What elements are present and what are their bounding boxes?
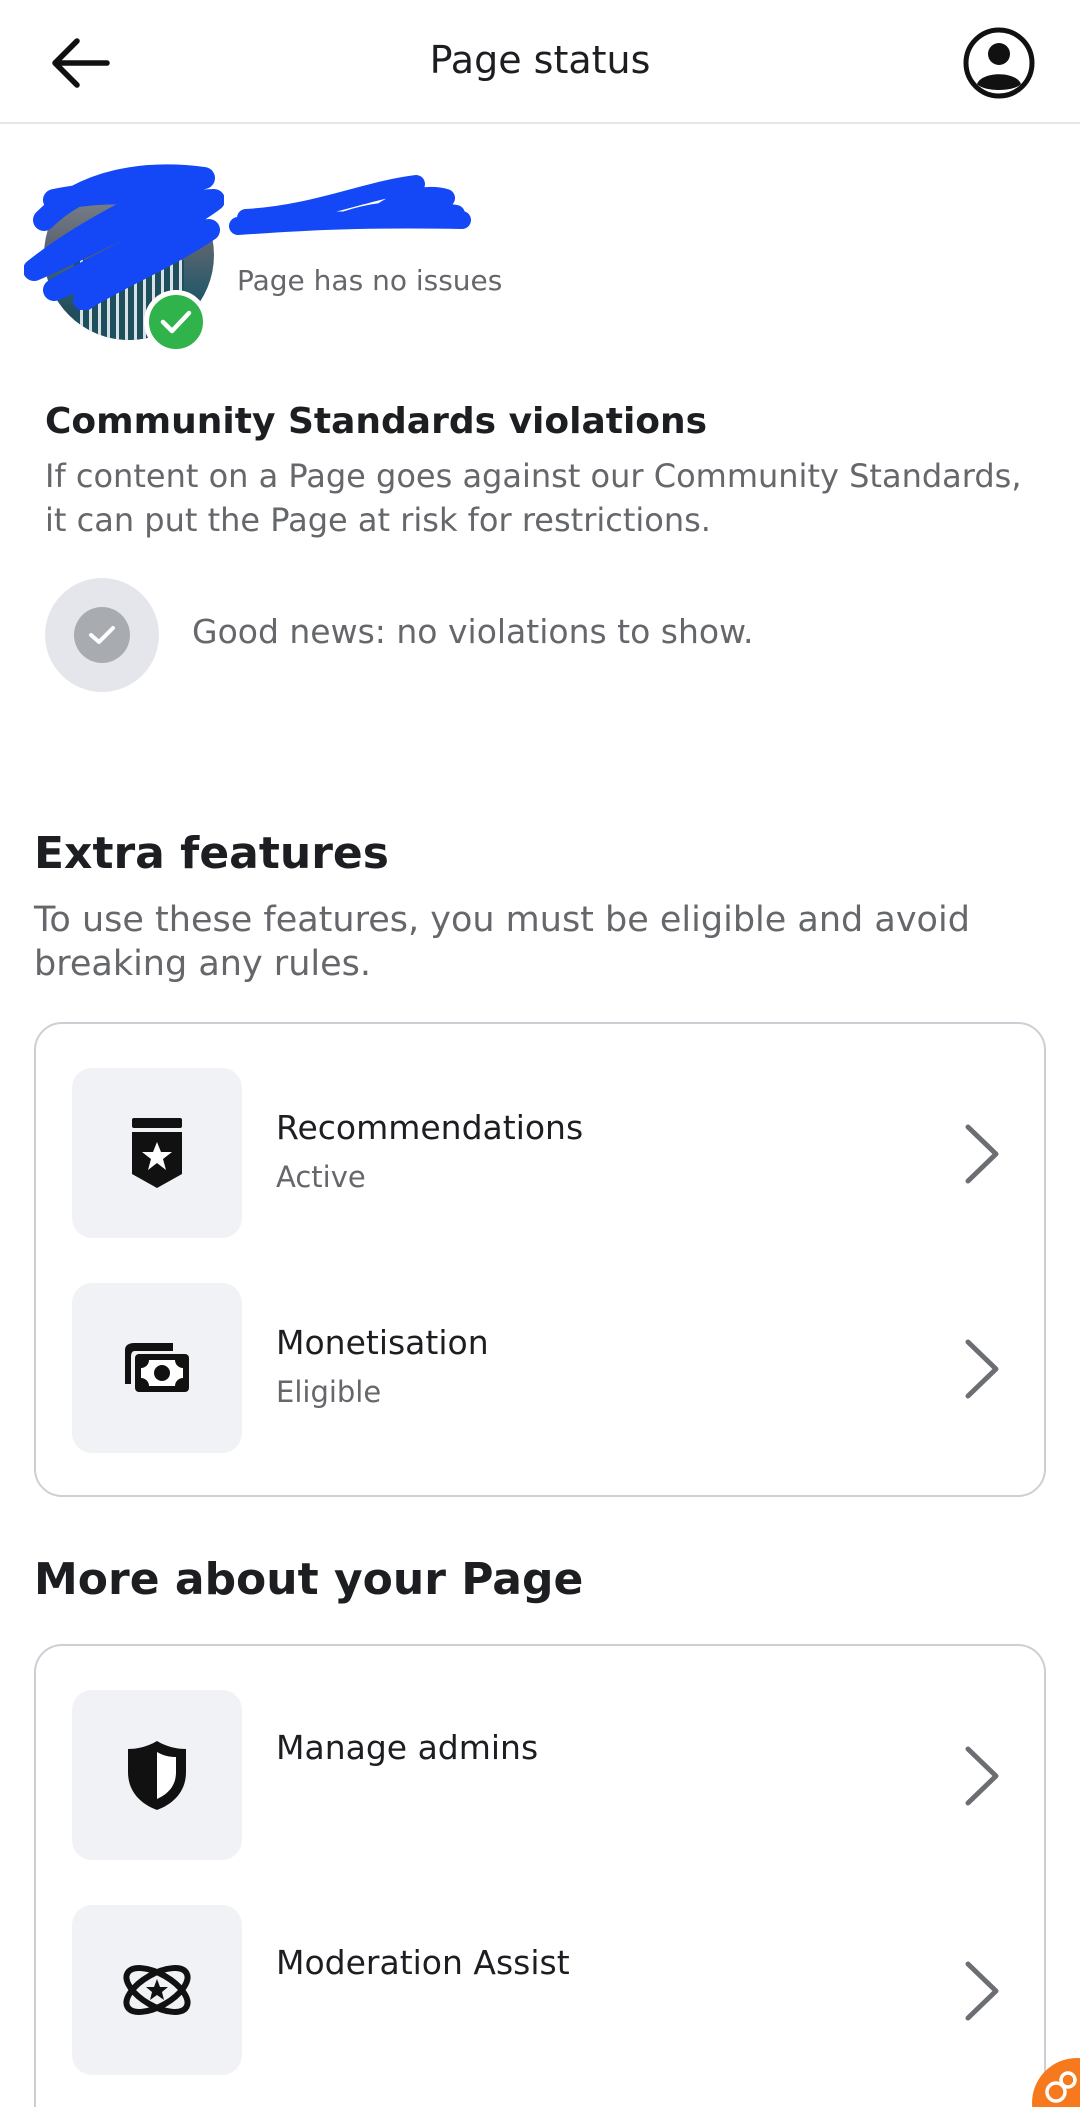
page-avatar[interactable] xyxy=(24,160,224,354)
extra-features-title: Extra features xyxy=(34,828,389,879)
extra-features-description: To use these features, you must be eligi… xyxy=(34,900,970,984)
page-name-redaction xyxy=(229,175,471,235)
star-badge-icon xyxy=(132,1118,182,1188)
shield-icon xyxy=(128,1741,186,1810)
row-label: Moderation Assist xyxy=(276,1943,570,1982)
extra-features-card: Recommendations Active Monetisation Elig… xyxy=(34,1022,1046,1497)
chevron-right-icon xyxy=(965,1961,999,2021)
check-circle-icon xyxy=(45,578,159,692)
more-about-card: Manage admins Moderation Assist xyxy=(34,1644,1046,2107)
page-title: Page status xyxy=(429,38,651,82)
chevron-right-icon xyxy=(965,1339,999,1399)
recommendations-row[interactable]: Recommendations Active xyxy=(36,1068,1044,1238)
row-status: Eligible xyxy=(276,1375,382,1409)
violations-description: If content on a Page goes against our Co… xyxy=(45,457,1022,539)
moderation-assist-row[interactable]: Moderation Assist xyxy=(36,1905,1044,2075)
user-circle-icon xyxy=(963,27,1035,99)
money-icon xyxy=(125,1343,189,1392)
page-profile: Page has no issues xyxy=(0,124,1080,364)
row-label: Manage admins xyxy=(276,1728,539,1767)
more-about-title: More about your Page xyxy=(34,1554,584,1605)
monetisation-row[interactable]: Monetisation Eligible xyxy=(36,1283,1044,1453)
checkmark-icon xyxy=(160,310,192,334)
no-violations-row: Good news: no violations to show. xyxy=(45,578,1045,692)
no-violations-text: Good news: no violations to show. xyxy=(192,612,754,651)
verified-badge xyxy=(144,290,208,354)
violations-title: Community Standards violations xyxy=(45,401,708,442)
redaction-scribble xyxy=(24,164,224,310)
manage-admins-row[interactable]: Manage admins xyxy=(36,1690,1044,1860)
account-button[interactable] xyxy=(962,26,1036,100)
row-label: Recommendations xyxy=(276,1108,584,1147)
chevron-right-icon xyxy=(965,1746,999,1806)
atom-star-icon xyxy=(123,1965,191,2015)
violations-section: Community Standards violations If conten… xyxy=(45,398,1045,542)
row-label: Monetisation xyxy=(276,1323,489,1362)
page-status-text: Page has no issues xyxy=(237,264,503,297)
row-status: Active xyxy=(276,1160,366,1194)
chevron-right-icon xyxy=(965,1124,999,1184)
top-bar: Page status xyxy=(0,0,1080,124)
link-icon xyxy=(1045,2071,1077,2103)
